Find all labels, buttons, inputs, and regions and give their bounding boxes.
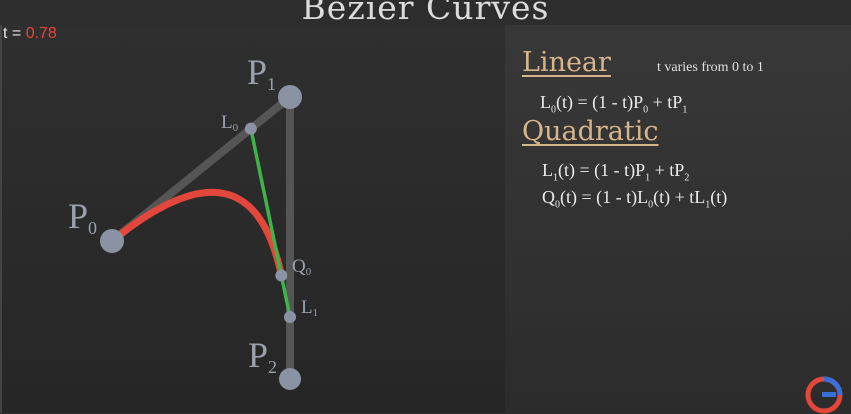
interpolation-line-l0-l1 (249, 128, 292, 318)
point-l0 (244, 122, 257, 135)
label-l0: L0 (221, 112, 239, 134)
stage: Bezier Curves t = 0.78 P0 P1 P2 L0 L1 Q0… (0, 0, 851, 414)
bezier-curve (108, 188, 285, 279)
control-point-p2[interactable] (279, 368, 301, 390)
heading-linear: Linear (522, 47, 611, 78)
label-q0: Q0 (292, 256, 312, 278)
point-l1 (284, 310, 296, 323)
control-point-p1[interactable] (278, 85, 302, 109)
heading-quadratic: Quadratic (522, 116, 659, 147)
label-p2: P2 (248, 335, 277, 377)
equation-linear-l0: L0(t) = (1 - t)P0 + tP1 (540, 92, 688, 116)
label-p0: P0 (68, 196, 97, 238)
label-p1: P1 (247, 52, 276, 94)
t-range-note: t varies from 0 to 1 (657, 60, 764, 75)
equation-quadratic-l1: L1(t) = (1 - t)P1 + tP2 (542, 160, 690, 184)
control-point-p0[interactable] (100, 229, 124, 253)
equation-quadratic-q0: Q0(t) = (1 - t)L0(t) + tL1(t) (542, 187, 728, 211)
point-q0 (275, 269, 288, 282)
bezier-g-logo-icon[interactable] (805, 376, 843, 414)
label-l1: L1 (301, 297, 318, 319)
